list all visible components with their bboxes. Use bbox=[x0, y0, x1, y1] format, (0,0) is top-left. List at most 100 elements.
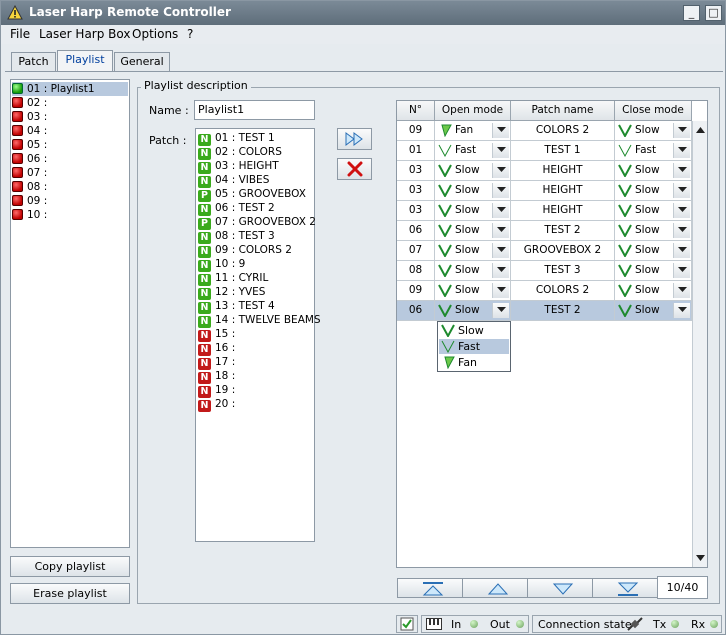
erase-playlist-button[interactable]: Erase playlist bbox=[10, 583, 130, 604]
playlist-list[interactable]: 01 : Playlist1 02 : 03 : 04 : 05 : 06 : … bbox=[10, 79, 130, 548]
playlist-item[interactable]: 09 : bbox=[12, 194, 47, 208]
menu-file[interactable]: File bbox=[10, 27, 30, 41]
table-row[interactable]: 08 Slow TEST 3 Slow bbox=[397, 261, 692, 281]
patch-item[interactable]: N 18 : bbox=[198, 369, 235, 384]
dropdown-arrow-button[interactable] bbox=[673, 163, 690, 178]
close-mode-combo[interactable]: Slow bbox=[615, 241, 692, 261]
dropdown-arrow-button[interactable] bbox=[673, 303, 690, 318]
close-mode-combo[interactable]: Fast bbox=[615, 141, 692, 161]
patch-item[interactable]: N 19 : bbox=[198, 383, 235, 398]
patch-item[interactable]: N 13 : TEST 4 bbox=[198, 299, 275, 314]
dropdown-arrow-button[interactable] bbox=[492, 183, 509, 198]
menu-options[interactable]: Options bbox=[132, 27, 178, 41]
playlist-item[interactable]: 08 : bbox=[12, 180, 47, 194]
header-close-mode[interactable]: Close mode bbox=[615, 101, 692, 121]
patch-item[interactable]: N 16 : bbox=[198, 341, 235, 356]
close-mode-combo[interactable]: Slow bbox=[615, 181, 692, 201]
move-to-bottom-button[interactable] bbox=[592, 578, 663, 598]
playlist-item[interactable]: 01 : Playlist1 bbox=[12, 82, 128, 96]
playlist-item[interactable]: 10 : bbox=[12, 208, 47, 222]
table-row[interactable]: 03 Slow HEIGHT Slow bbox=[397, 181, 692, 201]
scroll-down-icon[interactable] bbox=[696, 555, 705, 561]
dropdown-arrow-button[interactable] bbox=[492, 283, 509, 298]
name-input[interactable]: Playlist1 bbox=[194, 100, 315, 120]
dropdown-arrow-button[interactable] bbox=[492, 243, 509, 258]
open-mode-combo[interactable]: Slow bbox=[435, 281, 511, 301]
playlist-item[interactable]: 05 : bbox=[12, 138, 47, 152]
patch-item[interactable]: N 11 : CYRIL bbox=[198, 271, 268, 286]
patch-item[interactable]: N 10 : 9 bbox=[198, 257, 245, 272]
patch-item[interactable]: N 17 : bbox=[198, 355, 235, 370]
dropdown-option-fan[interactable]: Fan bbox=[439, 355, 509, 370]
open-mode-combo[interactable]: Slow bbox=[435, 181, 511, 201]
patch-item[interactable]: N 01 : TEST 1 bbox=[198, 131, 275, 146]
patch-item[interactable]: N 14 : TWELVE BEAMS bbox=[198, 313, 321, 328]
patch-item[interactable]: P 07 : GROOVEBOX 2 bbox=[198, 215, 316, 230]
menu-laser-harp-box[interactable]: Laser Harp Box bbox=[39, 27, 130, 41]
playlist-item[interactable]: 07 : bbox=[12, 166, 47, 180]
patch-item[interactable]: N 04 : VIBES bbox=[198, 173, 269, 188]
close-mode-combo[interactable]: Slow bbox=[615, 201, 692, 221]
header-open-mode[interactable]: Open mode bbox=[435, 101, 511, 121]
tab-patch[interactable]: Patch bbox=[11, 52, 56, 71]
close-mode-combo[interactable]: Slow bbox=[615, 161, 692, 181]
dropdown-arrow-button[interactable] bbox=[673, 203, 690, 218]
dropdown-arrow-button[interactable] bbox=[492, 123, 509, 138]
open-mode-dropdown-list[interactable]: Slow Fast Fan bbox=[437, 321, 511, 372]
playlist-item[interactable]: 06 : bbox=[12, 152, 47, 166]
table-row[interactable]: 06 Slow TEST 2 Slow bbox=[397, 301, 692, 321]
close-mode-combo[interactable]: Slow bbox=[615, 121, 692, 141]
patch-list[interactable]: N 01 : TEST 1 N 02 : COLORS N 03 : HEIGHT N… bbox=[195, 128, 321, 542]
dropdown-arrow-button[interactable] bbox=[673, 283, 690, 298]
open-mode-combo[interactable]: Slow bbox=[435, 161, 511, 181]
menu-help[interactable]: ? bbox=[187, 27, 193, 41]
patch-item[interactable]: N 15 : bbox=[198, 327, 235, 342]
table-row[interactable]: 06 Slow TEST 2 Slow bbox=[397, 221, 692, 241]
move-up-button[interactable] bbox=[462, 578, 533, 598]
move-to-top-button[interactable] bbox=[397, 578, 468, 598]
minimize-button[interactable]: _ bbox=[683, 5, 700, 21]
close-mode-combo[interactable]: Slow bbox=[615, 221, 692, 241]
dropdown-arrow-button[interactable] bbox=[492, 143, 509, 158]
open-mode-combo[interactable]: Slow bbox=[435, 221, 511, 241]
dropdown-arrow-button[interactable] bbox=[673, 143, 690, 158]
dropdown-arrow-button[interactable] bbox=[673, 223, 690, 238]
dropdown-arrow-button[interactable] bbox=[492, 303, 509, 318]
dropdown-arrow-button[interactable] bbox=[492, 263, 509, 278]
table-row[interactable]: 09 Slow COLORS 2 Slow bbox=[397, 281, 692, 301]
tab-general[interactable]: General bbox=[114, 52, 170, 71]
dropdown-option-fast[interactable]: Fast bbox=[439, 339, 509, 354]
header-number[interactable]: N° bbox=[397, 101, 435, 121]
playlist-item[interactable]: 02 : bbox=[12, 96, 47, 110]
open-mode-combo[interactable]: Fast bbox=[435, 141, 511, 161]
table-row[interactable]: 07 Slow GROOVEBOX 2 Slow bbox=[397, 241, 692, 261]
open-mode-combo[interactable]: Slow bbox=[435, 261, 511, 281]
table-row[interactable]: 09 Fan COLORS 2 Slow bbox=[397, 121, 692, 141]
open-mode-combo[interactable]: Fan bbox=[435, 121, 511, 141]
open-mode-combo[interactable]: Slow bbox=[435, 201, 511, 221]
playlist-item[interactable]: 04 : bbox=[12, 124, 47, 138]
table-row[interactable]: 01 Fast TEST 1 Fast bbox=[397, 141, 692, 161]
add-to-playlist-button[interactable] bbox=[337, 128, 372, 150]
patch-item[interactable]: N 20 : bbox=[198, 397, 235, 412]
dropdown-arrow-button[interactable] bbox=[673, 123, 690, 138]
patch-item[interactable]: N 03 : HEIGHT bbox=[198, 159, 279, 174]
copy-playlist-button[interactable]: Copy playlist bbox=[10, 556, 130, 577]
dropdown-option-slow[interactable]: Slow bbox=[439, 323, 509, 338]
close-mode-combo[interactable]: Slow bbox=[615, 261, 692, 281]
table-row[interactable]: 03 Slow HEIGHT Slow bbox=[397, 161, 692, 181]
close-mode-combo[interactable]: Slow bbox=[615, 281, 692, 301]
open-mode-combo[interactable]: Slow bbox=[435, 301, 511, 321]
tab-playlist[interactable]: Playlist bbox=[57, 50, 113, 72]
open-mode-combo[interactable]: Slow bbox=[435, 241, 511, 261]
dropdown-arrow-button[interactable] bbox=[673, 243, 690, 258]
move-down-button[interactable] bbox=[527, 578, 598, 598]
patch-item[interactable]: N 02 : COLORS bbox=[198, 145, 282, 160]
patch-item[interactable]: P 05 : GROOVEBOX bbox=[198, 187, 306, 202]
close-mode-combo[interactable]: Slow bbox=[615, 301, 692, 321]
patch-item[interactable]: N 06 : TEST 2 bbox=[198, 201, 275, 216]
table-row[interactable]: 03 Slow HEIGHT Slow bbox=[397, 201, 692, 221]
patch-item[interactable]: N 09 : COLORS 2 bbox=[198, 243, 292, 258]
maximize-button[interactable]: □ bbox=[705, 5, 722, 21]
playlist-item[interactable]: 03 : bbox=[12, 110, 47, 124]
